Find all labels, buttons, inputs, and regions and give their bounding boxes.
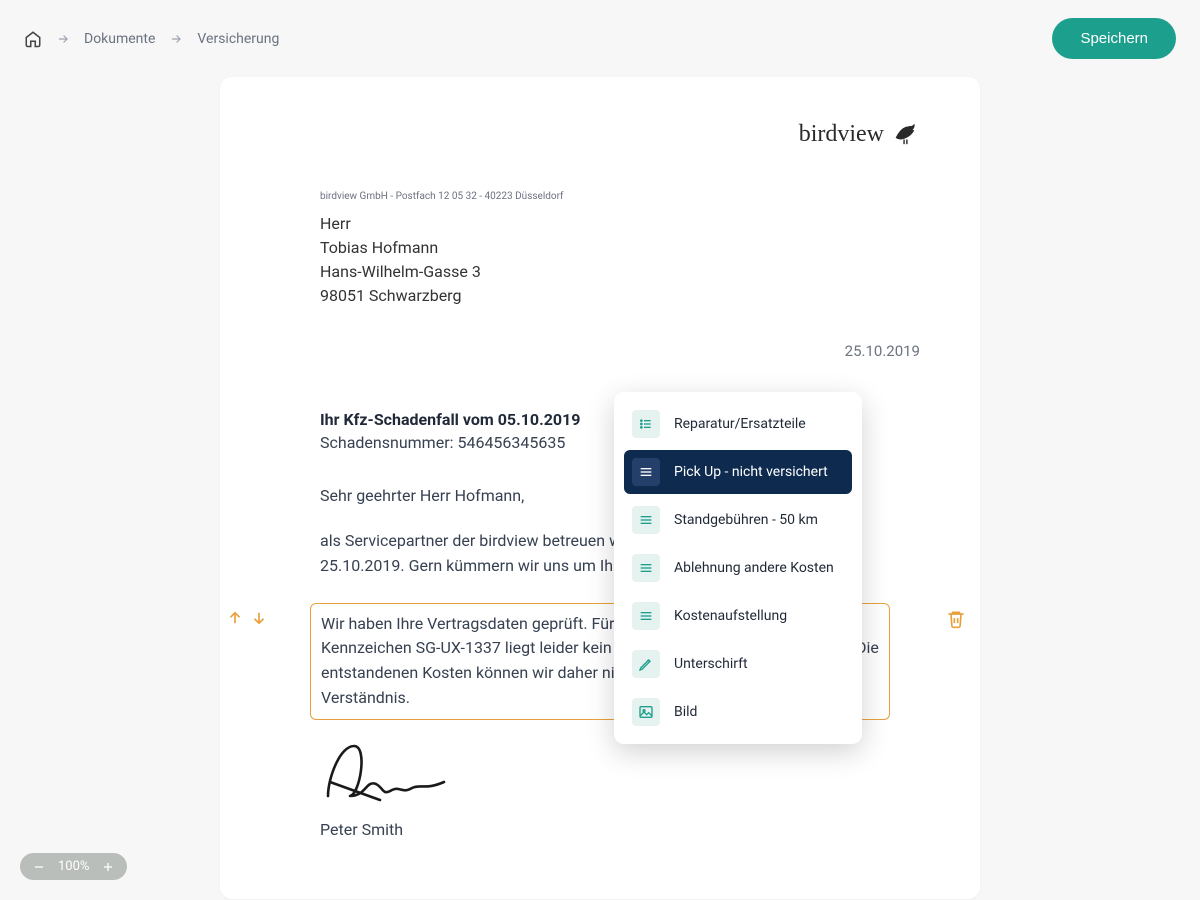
sender-line: birdview GmbH - Postfach 12 05 32 - 4022… xyxy=(280,191,920,202)
recipient-address: Herr Tobias Hofmann Hans-Wilhelm-Gasse 3… xyxy=(280,212,920,308)
menu-item[interactable]: Kostenaufstellung xyxy=(624,594,852,638)
move-down-icon[interactable] xyxy=(250,609,268,631)
menu-item-label: Kostenaufstellung xyxy=(674,608,787,624)
menu-item-label: Bild xyxy=(674,704,697,720)
move-up-icon[interactable] xyxy=(226,609,244,631)
recipient-city: 98051 Schwarzberg xyxy=(320,284,920,308)
menu-item-label: Pick Up - nicht versichert xyxy=(674,464,828,480)
home-icon[interactable] xyxy=(24,30,42,48)
image-icon xyxy=(632,698,660,726)
delete-icon[interactable] xyxy=(946,614,966,633)
recipient-street: Hans-Wilhelm-Gasse 3 xyxy=(320,260,920,284)
logo-text: birdview xyxy=(799,121,884,148)
menu-item-label: Ablehnung andere Kosten xyxy=(674,560,834,576)
menu-item[interactable]: Reparatur/Ersatzteile xyxy=(624,402,852,446)
breadcrumb-item-documents[interactable]: Dokumente xyxy=(84,31,155,47)
lines-icon xyxy=(632,554,660,582)
menu-item[interactable]: Ablehnung andere Kosten xyxy=(624,546,852,590)
zoom-control: 100% xyxy=(20,853,127,880)
list-icon xyxy=(632,410,660,438)
menu-item-label: Unterschirft xyxy=(674,656,748,672)
chevron-right-icon xyxy=(56,32,70,46)
logo: birdview xyxy=(280,117,920,151)
menu-item[interactable]: Unterschirft xyxy=(624,642,852,686)
document-sheet: birdview birdview GmbH - Postfach 12 05 … xyxy=(220,77,980,899)
zoom-level: 100% xyxy=(58,859,89,874)
menu-item[interactable]: Pick Up - nicht versichert xyxy=(624,450,852,494)
pen-icon xyxy=(632,650,660,678)
breadcrumb-item-insurance[interactable]: Versicherung xyxy=(197,31,279,47)
bird-icon xyxy=(890,117,920,151)
menu-item-label: Reparatur/Ersatzteile xyxy=(674,416,806,432)
lines-icon xyxy=(632,458,660,486)
menu-item[interactable]: Standgebühren - 50 km xyxy=(624,498,852,542)
save-button[interactable]: Speichern xyxy=(1052,18,1176,59)
lines-icon xyxy=(632,506,660,534)
zoom-in-button[interactable] xyxy=(101,860,115,874)
menu-item-label: Standgebühren - 50 km xyxy=(674,512,818,528)
recipient-name: Tobias Hofmann xyxy=(320,236,920,260)
chevron-right-icon xyxy=(169,32,183,46)
menu-item[interactable]: Bild xyxy=(624,690,852,734)
document-date: 25.10.2019 xyxy=(280,342,920,360)
lines-icon xyxy=(632,602,660,630)
block-context-menu: Reparatur/Ersatzteile Pick Up - nicht ver… xyxy=(614,392,862,744)
recipient-salutation: Herr xyxy=(320,212,920,236)
signer-name: Peter Smith xyxy=(280,820,920,839)
zoom-out-button[interactable] xyxy=(32,860,46,874)
signature xyxy=(280,738,920,814)
breadcrumb: Dokumente Versicherung xyxy=(24,30,279,48)
